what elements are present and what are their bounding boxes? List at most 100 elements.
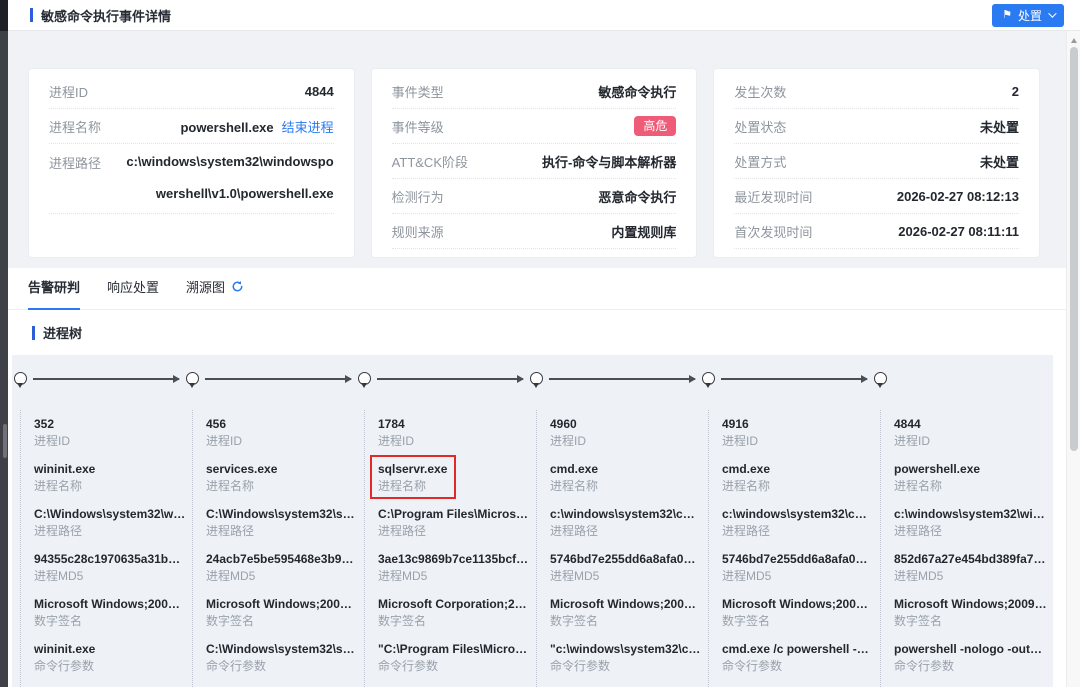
process-name-field: services.exe 进程名称 [206, 460, 358, 494]
process-path-value: c:\windows\system32\cmd.exe [722, 505, 874, 523]
process-path-line2: wershell\v1.0\powershell.exe [126, 176, 333, 208]
cmdline-value: "C:\Program Files\Microsoft SQ... [378, 640, 530, 658]
process-path-value: c:\windows\system32\windowspo wershell\v… [126, 144, 333, 208]
digital-sign-field: Microsoft Corporation;2011/11... 数字签名 [378, 595, 530, 629]
flag-icon: ⚑ [1002, 10, 1012, 21]
rule-source-value: 内置规则库 [611, 222, 676, 241]
timeline-arrow-icon [33, 378, 179, 380]
process-tree-title: 进程树 [43, 323, 82, 342]
process-pid-label: 进程ID [722, 433, 874, 449]
sidebar-scrollbar-thumb[interactable] [3, 424, 7, 458]
cmdline-label: 命令行参数 [34, 658, 186, 674]
process-pid-field: 4960 进程ID [550, 415, 702, 449]
process-path-label: 进程路径 [34, 523, 186, 539]
occurrence-count-value: 2 [1012, 84, 1019, 99]
digital-sign-field: Microsoft Windows;2008/10/2... 数字签名 [206, 595, 358, 629]
digital-sign-field: Microsoft Windows;2009/12/0... 数字签名 [550, 595, 702, 629]
detect-behavior-row: 检测行为 恶意命令执行 [392, 179, 677, 214]
process-pid-field: 1784 进程ID [378, 415, 530, 449]
cmdline-label: 命令行参数 [378, 658, 530, 674]
cmdline-field: "c:\windows\system32\cmd.ex... 命令行参数 [550, 640, 702, 674]
title-accent-bar [30, 8, 33, 22]
last-seen-value: 2026-02-27 08:12:13 [897, 189, 1019, 204]
process-name-label: 进程名称 [34, 478, 186, 494]
process-node-column-5: 4916 进程ID cmd.exe 进程名称 c:\windows\system… [708, 410, 880, 687]
cmdline-field: powershell -nologo -outputfor... 命令行参数 [894, 640, 1047, 674]
process-md5-value: 5746bd7e255dd6a8afa06f7c42... [722, 550, 874, 568]
first-seen-row: 首次发现时间 2026-02-27 08:11:11 [734, 214, 1019, 249]
process-name-label: 进程名称 [49, 117, 101, 136]
kill-process-link[interactable]: 结束进程 [282, 120, 334, 135]
process-md5-value: 852d67a27e454bd389fa7f02a8... [894, 550, 1047, 568]
process-name-label: 进程名称 [894, 478, 1047, 494]
event-detail-screen: 敏感命令执行事件详情 ⚑ 处置 进程ID 4844 进程名称 powershel… [0, 0, 1080, 687]
disposal-method-value: 未处置 [980, 152, 1019, 171]
process-node-column-1: 352 进程ID wininit.exe 进程名称 C:\Windows\sys… [20, 410, 192, 687]
event-info-card: 事件类型 敏感命令执行 事件等级 高危 ATT&CK阶段 执行-命令与脚本解析器… [371, 68, 698, 258]
scrollbar-up-arrow-icon[interactable] [1071, 38, 1077, 43]
refresh-icon[interactable] [231, 280, 244, 293]
tab-alert-analysis[interactable]: 告警研判 [28, 277, 80, 309]
occurrence-count-label: 发生次数 [734, 82, 786, 101]
process-md5-value: 94355c28c1970635a31b3fe52e... [34, 550, 186, 568]
process-path-value: C:\Windows\system32\wininit.... [34, 505, 186, 523]
content-area: 进程ID 4844 进程名称 powershell.exe 结束进程 进程路径 c… [8, 31, 1066, 687]
tab-response-disposal-label: 响应处置 [107, 277, 159, 296]
digital-sign-label: 数字签名 [34, 613, 186, 629]
process-path-field: C:\Windows\system32\services... 进程路径 [206, 505, 358, 539]
detect-behavior-value: 恶意命令执行 [598, 187, 676, 206]
process-pid-field: 352 进程ID [34, 415, 186, 449]
process-md5-label: 进程MD5 [550, 568, 702, 584]
process-md5-label: 进程MD5 [378, 568, 530, 584]
cmdline-label: 命令行参数 [550, 658, 702, 674]
timeline-node-pin[interactable] [530, 372, 543, 385]
page-scrollbar-thumb[interactable] [1070, 47, 1078, 451]
timeline-node-pin[interactable] [186, 372, 199, 385]
process-name-text: powershell.exe [180, 120, 273, 135]
tab-bar: 告警研判 响应处置 溯源图 [8, 268, 1066, 310]
process-path-field: C:\Program Files\Microsoft SQ... 进程路径 [378, 505, 530, 539]
process-md5-field: 852d67a27e454bd389fa7f02a8... 进程MD5 [894, 550, 1047, 584]
process-id-value: 4844 [305, 84, 334, 99]
process-name-value: sqlservr.exe [378, 460, 530, 478]
process-pid-value: 4844 [894, 415, 1047, 433]
chevron-down-icon [1048, 9, 1056, 17]
last-seen-row: 最近发现时间 2026-02-27 08:12:13 [734, 179, 1019, 214]
process-pid-value: 4916 [722, 415, 874, 433]
process-name-value: wininit.exe [34, 460, 186, 478]
section-accent-bar [32, 326, 35, 340]
disposal-method-row: 处置方式 未处置 [734, 144, 1019, 179]
disposal-status-row: 处置状态 未处置 [734, 109, 1019, 144]
tab-trace-graph[interactable]: 溯源图 [186, 277, 244, 309]
process-name-label: 进程名称 [206, 478, 358, 494]
process-md5-value: 5746bd7e255dd6a8afa06f7c42... [550, 550, 702, 568]
tab-response-disposal[interactable]: 响应处置 [107, 277, 159, 309]
process-pid-label: 进程ID [894, 433, 1047, 449]
process-md5-field: 94355c28c1970635a31b3fe52e... 进程MD5 [34, 550, 186, 584]
timeline-arrow-icon [549, 378, 695, 380]
timeline-node-pin[interactable] [358, 372, 371, 385]
process-path-label: 进程路径 [550, 523, 702, 539]
process-md5-value: 3ae13c9869b7ce1135bcf21c0a... [378, 550, 530, 568]
process-pid-label: 进程ID [378, 433, 530, 449]
first-seen-value: 2026-02-27 08:11:11 [898, 224, 1019, 239]
timeline-arrow-icon [377, 378, 523, 380]
first-seen-label: 首次发现时间 [734, 222, 812, 241]
digital-sign-value: Microsoft Windows;2009/12/0... [722, 595, 874, 613]
timeline-node-pin[interactable] [874, 372, 887, 385]
process-path-line1: c:\windows\system32\windowspo [126, 144, 333, 176]
process-path-value: C:\Program Files\Microsoft SQ... [378, 505, 530, 523]
attck-stage-label: ATT&CK阶段 [392, 152, 468, 171]
event-type-label: 事件类型 [392, 82, 444, 101]
process-path-label: 进程路径 [206, 523, 358, 539]
page-scrollbar[interactable] [1066, 31, 1080, 687]
last-seen-label: 最近发现时间 [734, 187, 812, 206]
dispose-button[interactable]: ⚑ 处置 [992, 4, 1064, 27]
collapsed-sidebar [0, 0, 8, 687]
timeline-node-pin[interactable] [14, 372, 27, 385]
disposal-method-label: 处置方式 [734, 152, 786, 171]
process-pid-label: 进程ID [34, 433, 186, 449]
timeline-node-pin[interactable] [702, 372, 715, 385]
process-name-field: cmd.exe 进程名称 [722, 460, 874, 494]
process-pid-label: 进程ID [550, 433, 702, 449]
